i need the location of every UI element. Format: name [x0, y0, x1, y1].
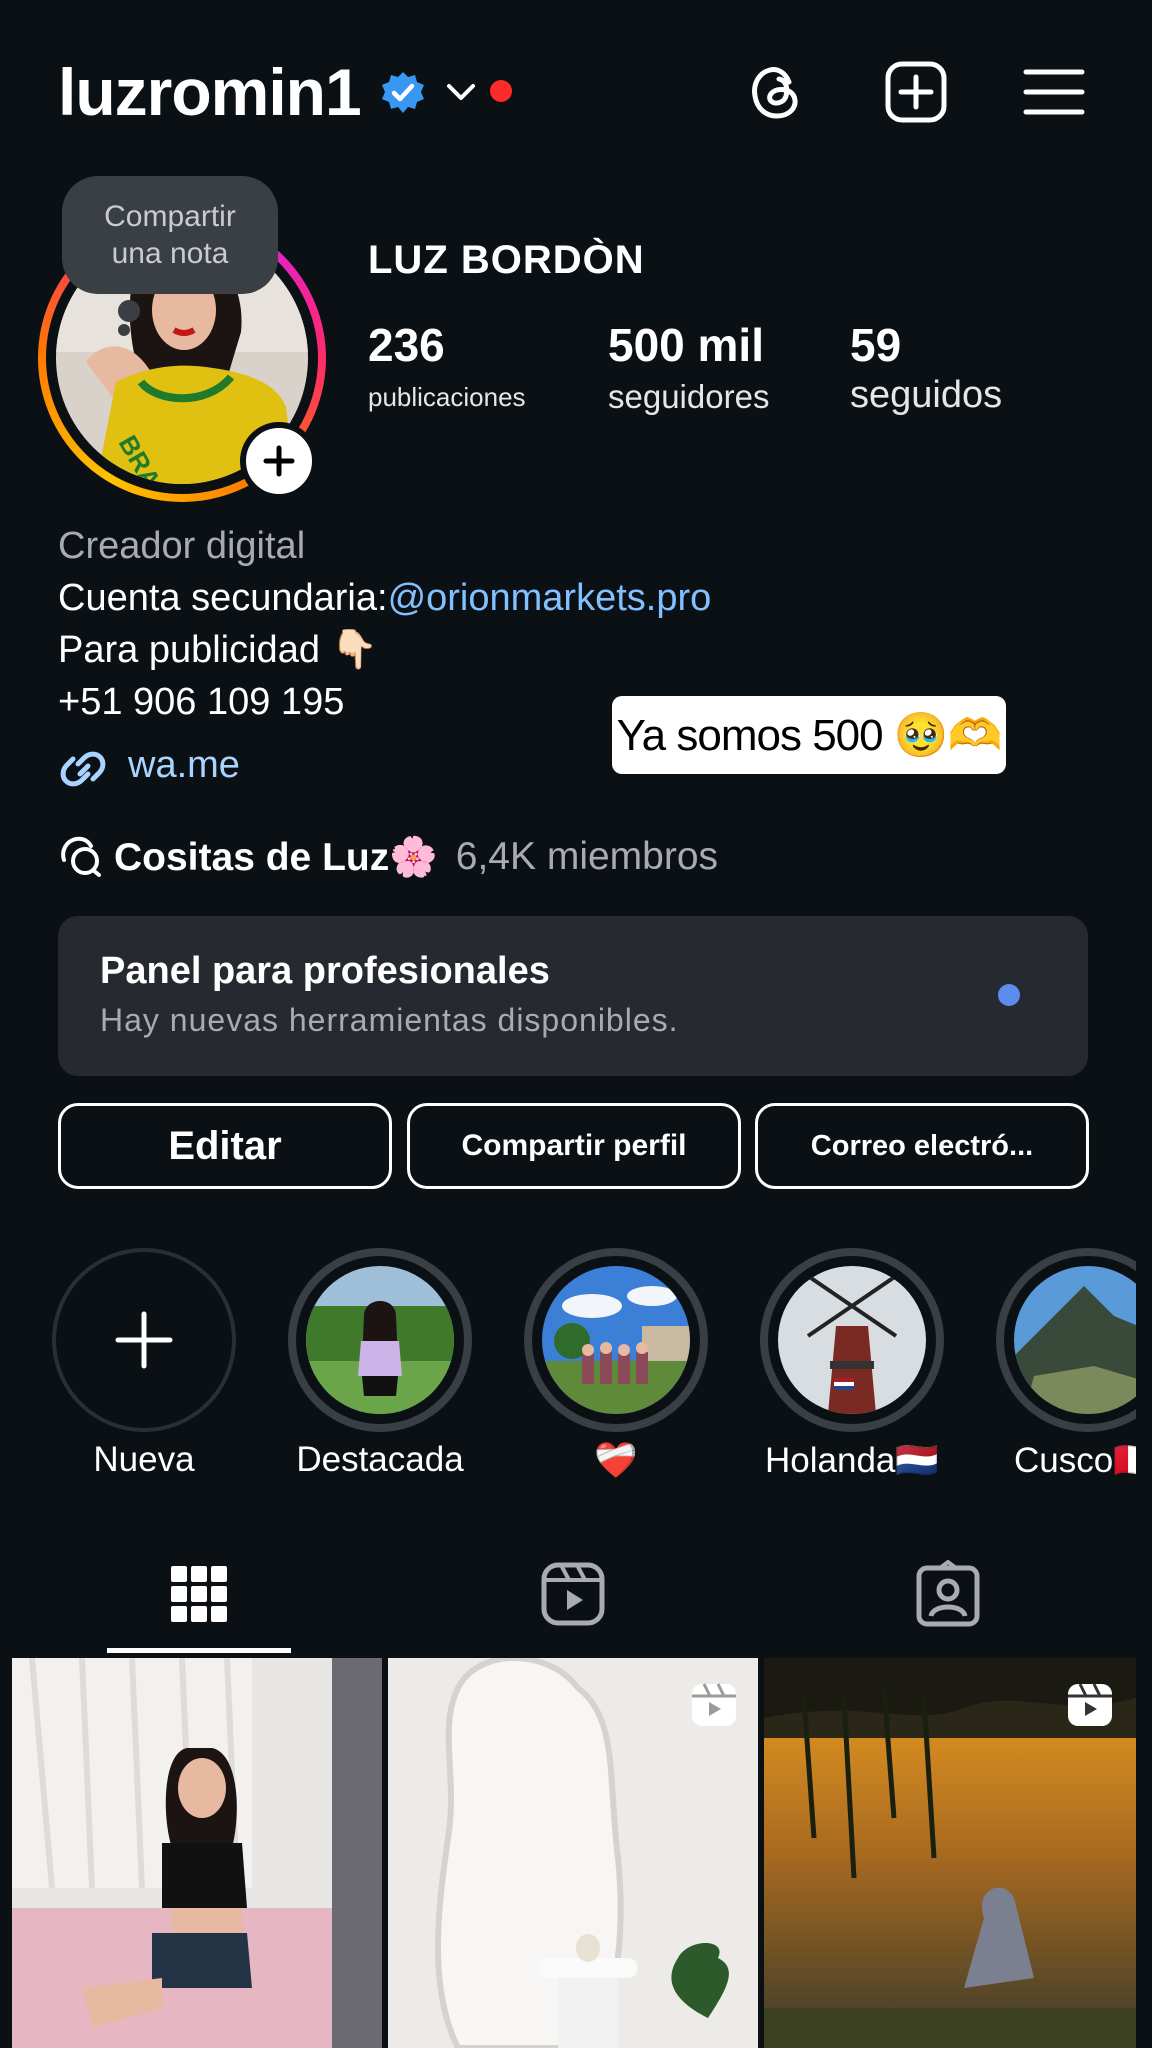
share-note-bubble[interactable]: Compartir una nota	[62, 176, 278, 294]
followers-count[interactable]: 500 mil	[608, 318, 764, 372]
posts-label[interactable]: publicaciones	[368, 382, 526, 413]
highlight-label: Nueva	[93, 1440, 195, 1479]
chevron-down-icon[interactable]	[444, 78, 478, 106]
highlight-label: Holanda🇳🇱	[765, 1441, 939, 1480]
highlight-label: Destacada	[296, 1440, 464, 1479]
note-line-1: Compartir	[104, 200, 236, 233]
channel-members: 6,4K miembros	[455, 835, 719, 878]
add-story-button[interactable]	[240, 422, 318, 500]
new-indicator-dot	[998, 984, 1020, 1006]
email-button[interactable]: Correo electró...	[755, 1103, 1089, 1189]
bio-secondary-label: Cuenta secundaria:	[58, 577, 388, 619]
threads-icon[interactable]	[744, 60, 808, 124]
plus-icon	[115, 1311, 173, 1369]
highlight-cusco-clip	[996, 1248, 1136, 1432]
following-label[interactable]: seguidos	[850, 374, 1002, 417]
following-count[interactable]: 59	[850, 318, 901, 372]
bio-external-link[interactable]: wa.me	[128, 744, 240, 787]
full-name: LUZ BORDÒN	[368, 238, 645, 282]
highlight-label: Cusco🇵🇪	[1014, 1441, 1136, 1480]
verified-badge-icon	[382, 72, 424, 113]
add-post-icon[interactable]	[884, 60, 948, 124]
post-thumbnail[interactable]	[12, 1658, 382, 2048]
channel-icon	[61, 836, 101, 877]
channel-name: Cositas de Luz🌸	[114, 836, 438, 879]
bio-phone: +51 906 109 195	[58, 681, 345, 723]
highlight-destacada[interactable]	[288, 1248, 472, 1432]
highlight-holanda[interactable]	[760, 1248, 944, 1432]
link-icon	[60, 751, 106, 787]
reel-icon	[692, 1683, 736, 1726]
highlight-cusco[interactable]	[996, 1248, 1136, 1432]
edit-profile-button[interactable]: Editar	[58, 1103, 392, 1189]
broadcast-channel[interactable]: Cositas de Luz🌸 6,4K miembros	[58, 830, 718, 884]
posts-count[interactable]: 236	[368, 318, 445, 372]
plus-icon	[263, 445, 295, 477]
notification-dot	[490, 80, 512, 102]
reels-tab-icon[interactable]	[539, 1560, 607, 1628]
highlight-label: ❤️‍🩹	[594, 1441, 638, 1480]
bio-line-2: Para publicidad 👇🏻	[58, 629, 378, 671]
panel-title: Panel para profesionales	[100, 950, 550, 992]
note-line-2: una nota	[111, 237, 229, 270]
followers-label[interactable]: seguidores	[608, 378, 769, 416]
bio-mention-link[interactable]: @orionmarkets.pro	[388, 577, 712, 619]
menu-icon[interactable]	[1022, 60, 1086, 124]
grid-tab-icon[interactable]	[165, 1560, 233, 1628]
profile-username[interactable]: luzromin1	[58, 52, 362, 132]
active-tab-indicator	[107, 1648, 291, 1653]
note-sticker: Ya somos 500 🥹🫶	[612, 696, 1006, 774]
new-highlight-button[interactable]	[52, 1248, 236, 1432]
bio-category: Creador digital	[58, 525, 306, 567]
bio-line-1: Cuenta secundaria:@orionmarkets.pro	[58, 572, 711, 624]
panel-subtitle: Hay nuevas herramientas disponibles.	[100, 1002, 679, 1038]
tagged-tab-icon[interactable]	[914, 1560, 982, 1628]
reel-icon	[1068, 1683, 1112, 1726]
highlight-heart[interactable]	[524, 1248, 708, 1432]
professional-dashboard-card[interactable]	[58, 916, 1088, 1076]
share-profile-button[interactable]: Compartir perfil	[407, 1103, 741, 1189]
